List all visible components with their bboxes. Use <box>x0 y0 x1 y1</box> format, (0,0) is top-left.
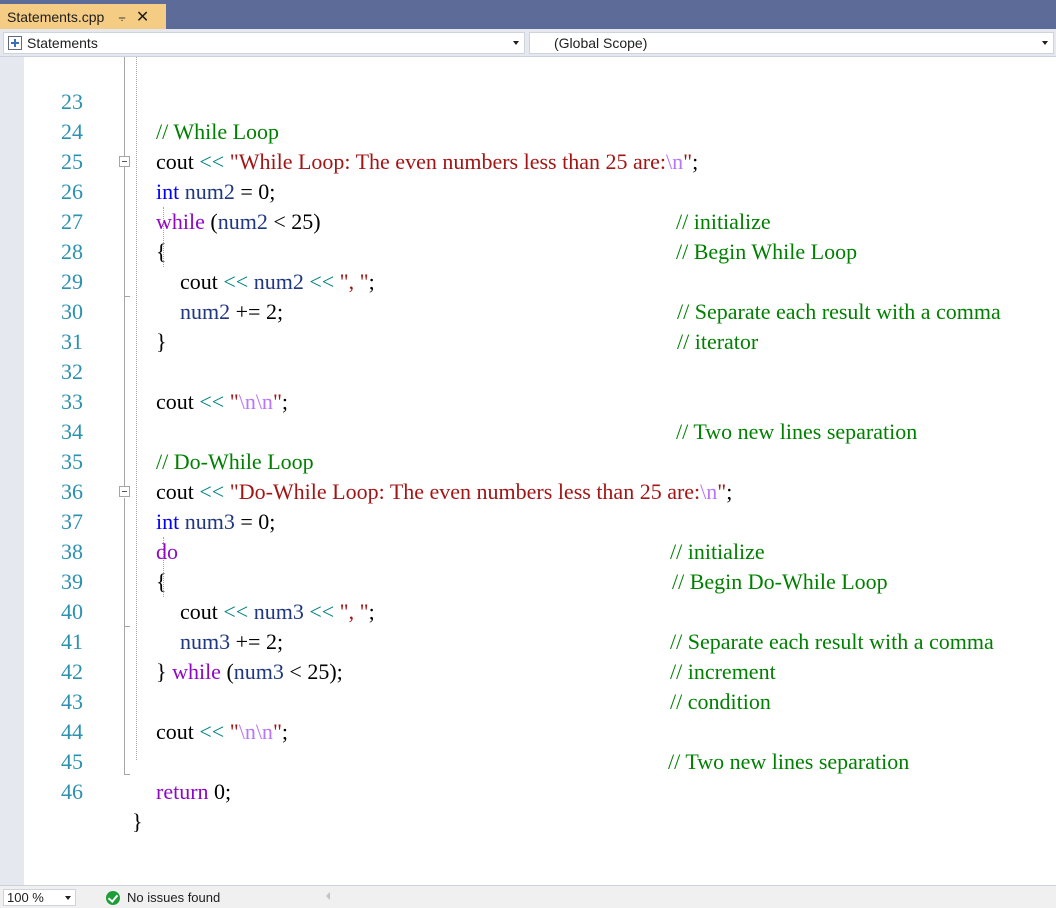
scroll-left-icon[interactable] <box>326 892 330 900</box>
code-line[interactable]: 34 // Do-While Loop <box>0 387 1056 474</box>
code-text: } <box>132 807 143 837</box>
navigation-bar: Statements (Global Scope) <box>0 29 1056 57</box>
code-line[interactable]: 44 <box>0 687 1056 744</box>
scope-name: (Global Scope) <box>554 35 648 51</box>
zoom-dropdown[interactable]: 100 % <box>3 889 76 906</box>
code-line[interactable]: 43 cout << "\n\n"; // Two new lines sepa… <box>0 657 1056 774</box>
brace: } <box>132 809 143 834</box>
tab-statements-cpp[interactable]: Statements.cpp ⨪ ✕ <box>0 4 166 29</box>
project-dropdown[interactable]: Statements <box>3 32 525 54</box>
code-line[interactable]: 25 int num2 = 0; // initialize <box>0 117 1056 234</box>
code-line[interactable]: 27 { <box>0 177 1056 264</box>
code-line[interactable]: 46 } <box>0 747 1056 834</box>
code-line[interactable]: 23 // While Loop <box>0 57 1056 144</box>
code-line[interactable]: 29 num2 += 2; // iterator <box>0 237 1056 354</box>
chevron-down-icon[interactable] <box>65 896 71 900</box>
pin-icon[interactable]: ⨪ <box>118 9 126 25</box>
code-line[interactable]: 30 } <box>0 267 1056 354</box>
keyword: return <box>156 779 209 804</box>
zoom-level: 100 % <box>7 890 44 905</box>
tab-filename: Statements.cpp <box>7 8 105 25</box>
code-line[interactable]: 37 do // Begin Do-While Loop <box>0 477 1056 594</box>
code-line[interactable]: 41 } while (num3 < 25); // condition <box>0 597 1056 714</box>
tab-strip: Statements.cpp ⨪ ✕ <box>0 0 1056 29</box>
code-line[interactable]: 40 num3 += 2; // increment <box>0 567 1056 684</box>
code-line[interactable]: 45 return 0; <box>0 717 1056 804</box>
code-line[interactable]: 28 cout << num2 << ", "; // Separate eac… <box>0 207 1056 324</box>
expression: 0; <box>208 779 232 804</box>
code-line[interactable]: 36 int num3 = 0; // initialize <box>0 447 1056 564</box>
code-line[interactable]: 35 cout << "Do-While Loop: The even numb… <box>0 417 1056 504</box>
issues-text: No issues found <box>127 890 221 905</box>
line-number: 46 <box>61 779 83 804</box>
code-line[interactable]: 26 while (num2 < 25) // Begin While Loop <box>0 147 1056 264</box>
project-name: Statements <box>27 35 98 51</box>
project-icon <box>8 36 22 50</box>
issues-indicator[interactable]: No issues found <box>106 889 220 906</box>
code-line[interactable]: 24 cout << "While Loop: The even numbers… <box>0 87 1056 174</box>
code-line[interactable]: 38 { <box>0 507 1056 594</box>
code-line[interactable]: 31 <box>0 297 1056 354</box>
code-line[interactable]: 33 <box>0 357 1056 414</box>
code-text: return 0; <box>156 777 231 807</box>
editor-status-bar: 100 % No issues found <box>0 885 1056 908</box>
code-line[interactable]: 42 <box>0 627 1056 684</box>
close-icon[interactable]: ✕ <box>136 7 149 27</box>
code-editor[interactable]: 23 // While Loop 24 cout << "While Loop:… <box>0 57 1056 885</box>
code-line[interactable]: 32 cout << "\n\n"; // Two new lines sepa… <box>0 327 1056 444</box>
check-circle-icon <box>106 890 120 905</box>
chevron-down-icon[interactable] <box>1042 41 1048 45</box>
scope-dropdown[interactable]: (Global Scope) <box>529 32 1054 54</box>
chevron-down-icon[interactable] <box>513 41 519 45</box>
code-line[interactable]: 39 cout << num3 << ", "; // Separate eac… <box>0 537 1056 654</box>
